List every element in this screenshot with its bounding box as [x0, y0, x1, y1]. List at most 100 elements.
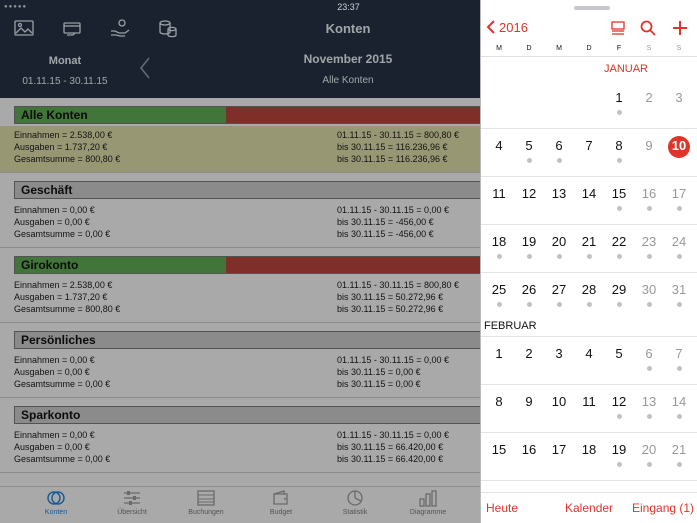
calendar-day[interactable]: 1: [484, 346, 514, 361]
week-divider: [481, 336, 697, 337]
calendar-day[interactable]: 4: [574, 346, 604, 361]
calendar-day[interactable]: 17: [544, 442, 574, 457]
calendar-day[interactable]: 24: [664, 234, 694, 249]
calendar-day[interactable]: 3: [664, 90, 694, 105]
finance-app: ●●●●● Konten Monat 01.11.15 - 30.11.15 N…: [0, 0, 480, 523]
calendar-day[interactable]: 4: [484, 138, 514, 153]
event-dot: [677, 414, 682, 419]
calendar-day[interactable]: 5: [514, 138, 544, 153]
calendar-day[interactable]: 11: [484, 186, 514, 201]
calendar-day[interactable]: 19: [604, 442, 634, 457]
calendar-day[interactable]: 30: [634, 282, 664, 297]
event-dot: [527, 302, 532, 307]
calendar-day[interactable]: 20: [634, 442, 664, 457]
weekday-label: D: [526, 45, 532, 52]
event-dot: [497, 302, 502, 307]
add-icon[interactable]: [671, 19, 689, 37]
calendar-day[interactable]: 21: [574, 234, 604, 249]
calendar-day[interactable]: 16: [514, 442, 544, 457]
weekday-label: M: [496, 45, 502, 52]
calendar-day[interactable]: 13: [544, 186, 574, 201]
calendar-day[interactable]: 21: [664, 442, 694, 457]
event-dot: [527, 158, 532, 163]
inbox-button[interactable]: Eingang (1): [632, 501, 694, 515]
calendar-day[interactable]: 16: [634, 186, 664, 201]
event-dot: [677, 366, 682, 371]
calendar-day[interactable]: 1: [604, 90, 634, 105]
event-dot: [647, 366, 652, 371]
weekday-label: D: [586, 45, 592, 52]
calendar-day[interactable]: 18: [574, 442, 604, 457]
event-dot: [647, 206, 652, 211]
chevron-left-icon: [486, 20, 495, 34]
event-dot: [497, 254, 502, 259]
event-dot: [647, 254, 652, 259]
event-dot: [587, 254, 592, 259]
event-dot: [677, 302, 682, 307]
calendar-day[interactable]: 12: [514, 186, 544, 201]
calendar-day[interactable]: 10: [544, 394, 574, 409]
status-time: 23:37: [337, 2, 360, 12]
calendar-day[interactable]: 17: [664, 186, 694, 201]
event-dot: [557, 254, 562, 259]
dim-overlay: [0, 0, 480, 523]
calendar-day[interactable]: 23: [634, 234, 664, 249]
today-button[interactable]: Heute: [486, 501, 518, 515]
calendar-day[interactable]: 10: [664, 138, 694, 153]
event-dot: [527, 254, 532, 259]
event-dot: [617, 206, 622, 211]
event-dot: [617, 110, 622, 115]
event-dot: [647, 302, 652, 307]
calendar-day[interactable]: 3: [544, 346, 574, 361]
calendar-day[interactable]: 8: [484, 394, 514, 409]
calendar-day[interactable]: 6: [544, 138, 574, 153]
calendar-day[interactable]: 7: [664, 346, 694, 361]
calendar-day[interactable]: 2: [634, 90, 664, 105]
calendar-day[interactable]: 31: [664, 282, 694, 297]
list-view-icon[interactable]: [609, 19, 627, 37]
calendar-day[interactable]: 13: [634, 394, 664, 409]
calendar-day[interactable]: 15: [484, 442, 514, 457]
calendar-day[interactable]: 25: [484, 282, 514, 297]
calendar-day[interactable]: 12: [604, 394, 634, 409]
month-label: JANUAR: [604, 63, 649, 75]
event-dot: [617, 254, 622, 259]
month-label: FEBRUAR: [484, 320, 537, 332]
event-dot: [677, 462, 682, 467]
calendar-day[interactable]: 27: [544, 282, 574, 297]
calendar-day[interactable]: 7: [574, 138, 604, 153]
week-divider: [481, 432, 697, 433]
calendar-day[interactable]: 14: [574, 186, 604, 201]
calendar-day[interactable]: 14: [664, 394, 694, 409]
calendar-day[interactable]: 15: [604, 186, 634, 201]
calendar-day[interactable]: 28: [574, 282, 604, 297]
calendars-button[interactable]: Kalender: [565, 501, 613, 515]
event-dot: [557, 302, 562, 307]
calendar-day[interactable]: 26: [514, 282, 544, 297]
calendar-panel: 2016 MDMDFSS JANUAR 1 2 3 4 5 6 7 8 9 10 11 12 13 14 15…: [480, 0, 697, 523]
event-dot: [557, 158, 562, 163]
calendar-day[interactable]: 2: [514, 346, 544, 361]
calendar-day[interactable]: 20: [544, 234, 574, 249]
calendar-toolbar: Heute Kalender Eingang (1): [481, 492, 697, 523]
event-dot: [677, 254, 682, 259]
calendar-day[interactable]: 18: [484, 234, 514, 249]
calendar-day[interactable]: 9: [634, 138, 664, 153]
search-icon[interactable]: [639, 19, 657, 37]
weekday-header: MDMDFSS: [481, 45, 697, 57]
weekday-label: M: [556, 45, 562, 52]
calendar-day[interactable]: 29: [604, 282, 634, 297]
calendar-day[interactable]: 11: [574, 394, 604, 409]
year-back-button[interactable]: 2016: [486, 19, 528, 35]
calendar-day[interactable]: 22: [604, 234, 634, 249]
calendar-day[interactable]: 19: [514, 234, 544, 249]
event-dot: [677, 206, 682, 211]
calendar-day[interactable]: 9: [514, 394, 544, 409]
week-divider: [481, 128, 697, 129]
event-dot: [587, 302, 592, 307]
calendar-day[interactable]: 8: [604, 138, 634, 153]
calendar-day[interactable]: 5: [604, 346, 634, 361]
week-divider: [481, 384, 697, 385]
calendar-day[interactable]: 6: [634, 346, 664, 361]
weekday-label: S: [646, 45, 652, 52]
